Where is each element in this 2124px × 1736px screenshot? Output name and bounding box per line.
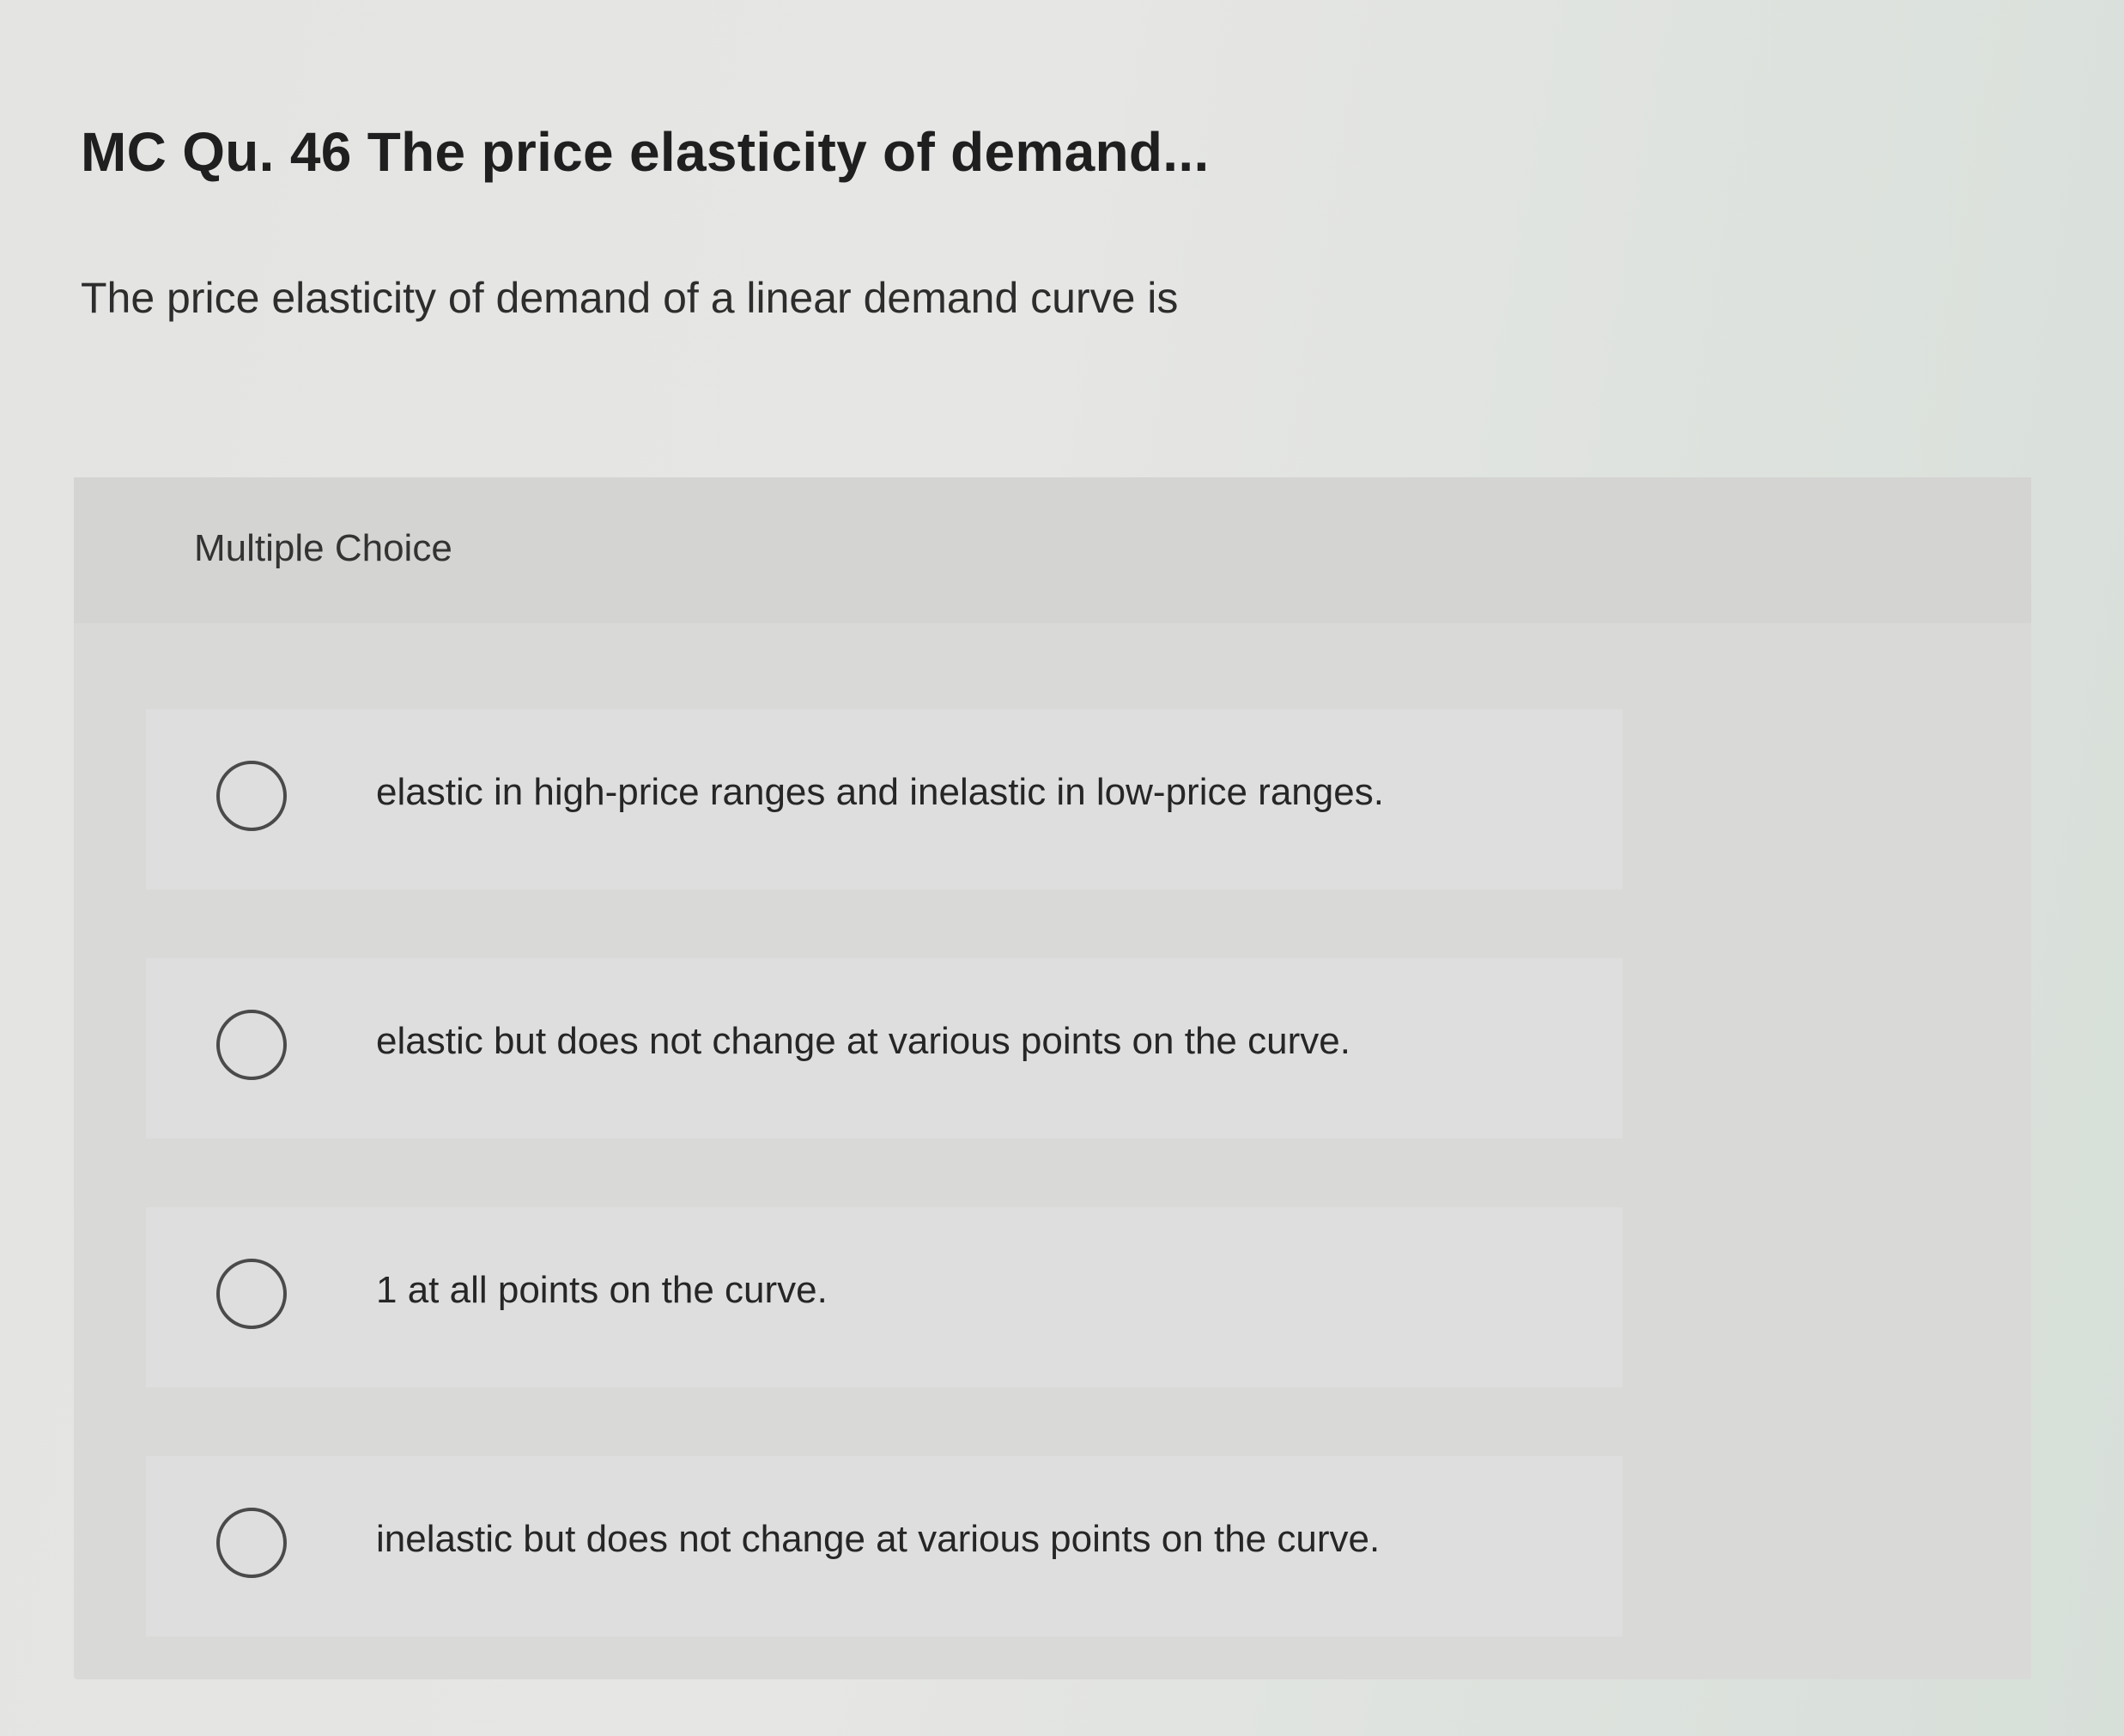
answer-option-4[interactable]: inelastic but does not change at various… [146,1456,1623,1636]
answer-option-1[interactable]: elastic in high-price ranges and inelast… [146,709,1623,889]
multiple-choice-panel: Multiple Choice elastic in high-price ra… [74,477,2031,1679]
answer-option-label: inelastic but does not change at various… [376,1518,1381,1560]
radio-button-icon[interactable] [216,1010,287,1080]
radio-button-icon[interactable] [216,1508,287,1578]
question-prompt: The price elasticity of demand of a line… [81,274,1179,322]
answer-option-3[interactable]: 1 at all points on the curve. [146,1207,1623,1387]
choice-panel-header: Multiple Choice [74,477,2031,623]
answer-option-2[interactable]: elastic but does not change at various p… [146,958,1623,1138]
radio-button-icon[interactable] [216,761,287,831]
answer-option-label: elastic but does not change at various p… [376,1020,1350,1062]
answer-option-label: 1 at all points on the curve. [376,1269,828,1311]
radio-button-icon[interactable] [216,1259,287,1329]
question-type-label: Multiple Choice [194,527,452,569]
quiz-page: MC Qu. 46 The price elasticity of demand… [0,0,2124,1736]
question-title: MC Qu. 46 The price elasticity of demand… [81,121,1210,183]
answer-option-label: elastic in high-price ranges and inelast… [376,771,1384,813]
